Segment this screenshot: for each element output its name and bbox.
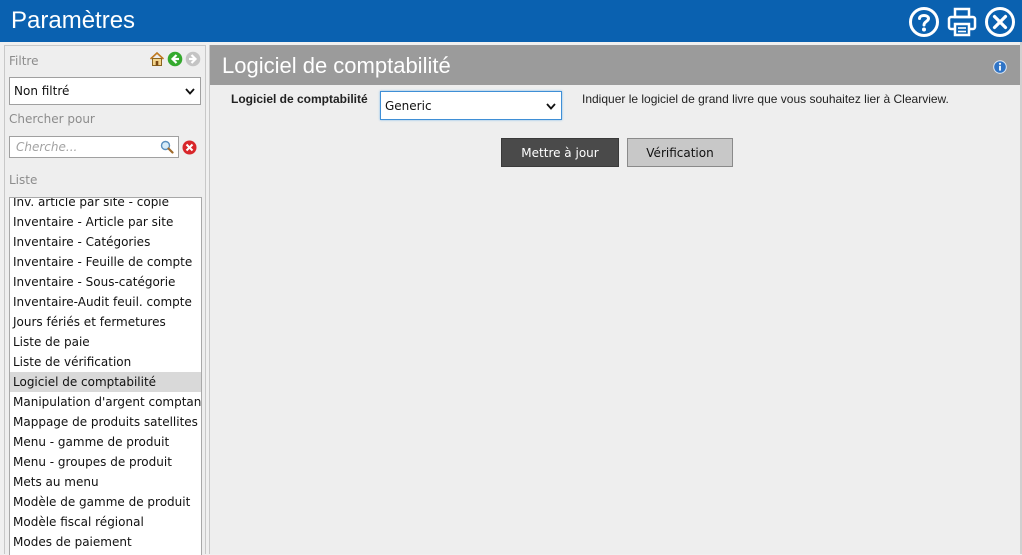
list-item[interactable]: Inv. article par site - copie	[10, 198, 201, 212]
clear-search-icon[interactable]	[182, 140, 197, 155]
list-item[interactable]: Modèle de gamme de produit	[10, 492, 201, 512]
list-item[interactable]: Inventaire - Feuille de compte	[10, 252, 201, 272]
accounting-software-select[interactable]: Generic	[380, 91, 562, 120]
accounting-software-label: Logiciel de comptabilité	[231, 92, 368, 106]
list-item[interactable]: Inventaire - Catégories	[10, 232, 201, 252]
main-panel: Logiciel de comptabilité Logiciel de com…	[209, 45, 1021, 554]
search-placeholder: Cherche...	[16, 140, 78, 154]
search-icon[interactable]	[160, 140, 174, 154]
accounting-software-value: Generic	[385, 98, 432, 113]
close-icon	[985, 7, 1015, 37]
print-button[interactable]	[946, 6, 978, 38]
page-title: Logiciel de comptabilité	[222, 53, 451, 78]
filter-label: Filtre	[9, 54, 39, 68]
list-item[interactable]: Logiciel de comptabilité	[10, 372, 201, 392]
verify-button[interactable]: Vérification	[627, 138, 733, 167]
sidebar: Filtre Non filtré Chercher pour Cherche.…	[4, 45, 206, 555]
accounting-software-help: Indiquer le logiciel de grand livre que …	[582, 92, 949, 106]
list-item[interactable]: Jours fériés et fermetures	[10, 312, 201, 332]
chevron-down-icon	[185, 88, 195, 95]
title-bar: Paramètres	[0, 0, 1022, 42]
settings-list: Inv. article par site - copie Inventaire …	[9, 197, 202, 555]
close-button[interactable]	[984, 6, 1016, 38]
chevron-down-icon	[546, 102, 556, 110]
info-icon[interactable]	[993, 60, 1007, 74]
forward-arrow-icon[interactable]	[185, 51, 201, 67]
list-item[interactable]: Inventaire-Audit feuil. compte	[10, 292, 201, 312]
list-item[interactable]: Mappage de produits satellites	[10, 412, 201, 432]
settings-list-items: Inv. article par site - copie Inventaire …	[10, 198, 201, 552]
print-icon	[947, 7, 977, 37]
help-button[interactable]	[908, 6, 940, 38]
nav-icons	[149, 51, 201, 67]
list-label: Liste	[9, 173, 38, 187]
list-item[interactable]: Inventaire - Article par site	[10, 212, 201, 232]
list-item[interactable]: Modes de paiement	[10, 532, 201, 552]
list-item[interactable]: Manipulation d'argent comptant	[10, 392, 201, 412]
list-item[interactable]: Inventaire - Sous-catégorie	[10, 272, 201, 292]
list-item[interactable]: Modèle fiscal régional	[10, 512, 201, 532]
list-item[interactable]: Menu - groupes de produit	[10, 452, 201, 472]
search-label: Chercher pour	[9, 112, 95, 126]
update-button[interactable]: Mettre à jour	[501, 138, 619, 167]
help-icon	[909, 7, 939, 37]
back-arrow-icon[interactable]	[167, 51, 183, 67]
filter-select-value: Non filtré	[14, 84, 70, 98]
list-item[interactable]: Liste de paie	[10, 332, 201, 352]
home-icon[interactable]	[149, 51, 165, 67]
filter-select[interactable]: Non filtré	[9, 77, 201, 105]
search-input[interactable]: Cherche...	[9, 136, 179, 158]
list-item[interactable]: Mets au menu	[10, 472, 201, 492]
window-title: Paramètres	[11, 7, 136, 34]
list-item[interactable]: Menu - gamme de produit	[10, 432, 201, 452]
main-header: Logiciel de comptabilité	[210, 45, 1021, 85]
list-item[interactable]: Liste de vérification	[10, 352, 201, 372]
